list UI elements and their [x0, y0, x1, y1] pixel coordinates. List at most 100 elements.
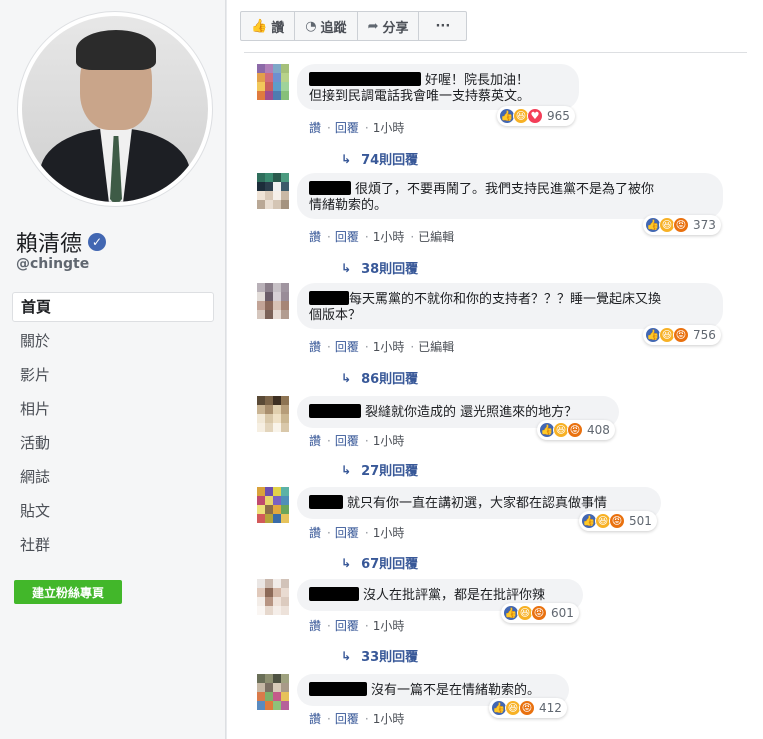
comment-like-link[interactable]: 讚 — [309, 526, 321, 540]
commenter-avatar[interactable] — [257, 579, 289, 615]
edited-label[interactable]: 已編輯 — [418, 230, 454, 244]
reaction-summary[interactable]: 👍 😆 😡 408 — [537, 420, 615, 440]
reaction-summary[interactable]: 👍 😆 😡 412 — [489, 698, 567, 718]
comment-meta: 讚 · 回覆 · 1小時 — [309, 121, 405, 135]
comment-like-link[interactable]: 讚 — [309, 230, 321, 244]
view-replies-link[interactable]: ↳ 74則回覆 — [341, 149, 418, 169]
reaction-summary[interactable]: 👍 😆 😡 501 — [579, 511, 657, 531]
commenter-avatar[interactable] — [257, 396, 289, 432]
follow-button[interactable]: ◔ 追蹤 — [295, 12, 358, 40]
angry-reaction-icon: 😡 — [567, 422, 583, 438]
comment-time[interactable]: 1小時 — [373, 230, 405, 244]
page-handle[interactable]: @chingte — [16, 256, 89, 272]
page-action-bar: 👍 讚 ◔ 追蹤 ➦ 分享 ··· — [240, 11, 468, 41]
comment-meta: 讚 · 回覆 · 1小時 — [309, 434, 405, 448]
nav-item-about[interactable]: 關於 — [12, 326, 214, 360]
create-page-button[interactable]: 建立粉絲專頁 — [14, 580, 122, 604]
angry-reaction-icon: 😡 — [609, 513, 625, 529]
reaction-count: 412 — [539, 701, 562, 715]
share-arrow-icon: ➦ — [367, 18, 379, 34]
comment-reply-link[interactable]: 回覆 — [335, 121, 359, 135]
comment-bubble: 很煩了，不要再鬧了。我們支持民進黨不是為了被你 情緒勒索的。 — [297, 173, 723, 219]
comment-time[interactable]: 1小時 — [373, 712, 405, 726]
reply-arrow-icon: ↳ — [341, 260, 352, 275]
angry-reaction-icon: 😡 — [531, 605, 547, 621]
comment-like-link[interactable]: 讚 — [309, 340, 321, 354]
reaction-summary[interactable]: 👍 😆 😡 756 — [643, 325, 721, 345]
reaction-count: 601 — [551, 606, 574, 620]
comment-like-link[interactable]: 讚 — [309, 121, 321, 135]
comment-like-link[interactable]: 讚 — [309, 712, 321, 726]
comment-reply-link[interactable]: 回覆 — [335, 619, 359, 633]
reaction-summary[interactable]: 👍 😆 😡 601 — [501, 603, 579, 623]
reaction-summary[interactable]: 👍 😆 ♥ 965 — [497, 106, 575, 126]
comment-like-link[interactable]: 讚 — [309, 434, 321, 448]
commenter-avatar[interactable] — [257, 674, 289, 710]
nav-item-community[interactable]: 社群 — [12, 530, 214, 564]
angry-reaction-icon: 😡 — [519, 700, 535, 716]
profile-picture[interactable] — [17, 11, 213, 207]
page-nav: 首頁 關於 影片 相片 活動 網誌 貼文 社群 — [12, 292, 214, 564]
angry-reaction-icon: 😡 — [673, 327, 689, 343]
redacted-name — [309, 587, 359, 601]
view-replies-link[interactable]: ↳ 67則回覆 — [341, 553, 418, 573]
nav-item-home[interactable]: 首頁 — [12, 292, 214, 322]
redacted-name — [309, 682, 367, 696]
nav-item-photos[interactable]: 相片 — [12, 394, 214, 428]
redacted-name — [309, 291, 349, 305]
comment-reply-link[interactable]: 回覆 — [335, 526, 359, 540]
comment-bubble: 每天罵黨的不就你和你的支持者？？？睡一覺起床又換 個版本？ — [297, 283, 723, 329]
commenter-avatar[interactable] — [257, 64, 289, 100]
comments-panel: 👍 讚 ◔ 追蹤 ➦ 分享 ··· 好喔！院長加油！ 但接到民調電話我會唯一支持蔡英文… — [227, 0, 763, 739]
thumbs-up-icon: 👍 — [251, 18, 268, 34]
profile-photo — [22, 16, 208, 202]
nav-item-posts[interactable]: 貼文 — [12, 496, 214, 530]
comment-time[interactable]: 1小時 — [373, 340, 405, 354]
more-icon: ··· — [435, 18, 451, 34]
comment-meta: 讚 · 回覆 · 1小時 · 已編輯 — [309, 230, 455, 244]
comment-time[interactable]: 1小時 — [373, 526, 405, 540]
edited-label[interactable]: 已編輯 — [418, 340, 454, 354]
share-button[interactable]: ➦ 分享 — [358, 12, 420, 40]
comment-reply-link[interactable]: 回覆 — [335, 434, 359, 448]
view-replies-link[interactable]: ↳ 27則回覆 — [341, 460, 418, 480]
reply-arrow-icon: ↳ — [341, 370, 352, 385]
comment-reply-link[interactable]: 回覆 — [335, 712, 359, 726]
view-replies-link[interactable]: ↳ 86則回覆 — [341, 368, 418, 388]
reaction-count: 965 — [547, 109, 570, 123]
reaction-count: 408 — [587, 423, 610, 437]
comment-meta: 讚 · 回覆 · 1小時 — [309, 526, 405, 540]
comment-reply-link[interactable]: 回覆 — [335, 230, 359, 244]
comment-meta: 讚 · 回覆 · 1小時 — [309, 619, 405, 633]
reply-arrow-icon: ↳ — [341, 648, 352, 663]
comment-time[interactable]: 1小時 — [373, 619, 405, 633]
comment-time[interactable]: 1小時 — [373, 434, 405, 448]
redacted-name — [309, 181, 351, 195]
comment-time[interactable]: 1小時 — [373, 121, 405, 135]
comment-like-link[interactable]: 讚 — [309, 619, 321, 633]
comment-bubble: 好喔！院長加油！ 但接到民調電話我會唯一支持蔡英文。 — [297, 64, 579, 110]
more-options-button[interactable]: ··· — [419, 12, 466, 40]
comment-reply-link[interactable]: 回覆 — [335, 340, 359, 354]
comment-meta: 讚 · 回覆 · 1小時 — [309, 712, 405, 726]
reply-arrow-icon: ↳ — [341, 462, 352, 477]
page-title[interactable]: 賴清德 — [16, 226, 82, 258]
commenter-avatar[interactable] — [257, 487, 289, 523]
nav-item-events[interactable]: 活動 — [12, 428, 214, 462]
commenter-avatar[interactable] — [257, 283, 289, 319]
nav-item-videos[interactable]: 影片 — [12, 360, 214, 394]
like-page-button[interactable]: 👍 讚 — [241, 12, 296, 40]
reaction-count: 756 — [693, 328, 716, 342]
nav-item-notes[interactable]: 網誌 — [12, 462, 214, 496]
redacted-name — [309, 495, 343, 509]
comment-meta: 讚 · 回覆 · 1小時 · 已編輯 — [309, 340, 455, 354]
reaction-summary[interactable]: 👍 😆 😡 373 — [643, 215, 721, 235]
view-replies-link[interactable]: ↳ 38則回覆 — [341, 258, 418, 278]
angry-reaction-icon: 😡 — [673, 217, 689, 233]
reply-arrow-icon: ↳ — [341, 151, 352, 166]
redacted-name — [309, 404, 361, 418]
page-title-row: 賴清德 ✓ — [16, 226, 107, 258]
commenter-avatar[interactable] — [257, 173, 289, 209]
view-replies-link[interactable]: ↳ 33則回覆 — [341, 646, 418, 666]
rss-icon: ◔ — [305, 18, 317, 34]
